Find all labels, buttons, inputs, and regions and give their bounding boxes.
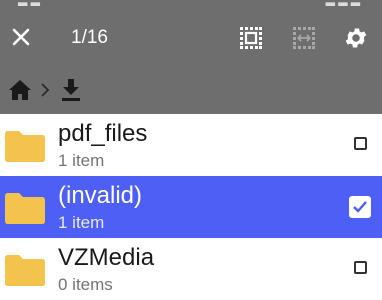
file-name: (invalid) <box>58 182 143 209</box>
folder-icon <box>5 255 45 286</box>
check-icon <box>353 201 367 213</box>
select-checkbox[interactable] <box>349 196 371 218</box>
chevron-right-icon <box>41 83 50 97</box>
breadcrumb-download[interactable] <box>60 78 82 107</box>
gear-icon <box>345 28 367 48</box>
folder-icon <box>5 131 45 162</box>
breadcrumb <box>0 66 382 114</box>
select-all-button[interactable] <box>235 22 267 54</box>
file-list: pdf_files 1 item (invalid) 1 item VZMedi… <box>0 114 382 300</box>
toolbar: 1/16 <box>0 10 382 66</box>
list-item[interactable]: pdf_files 1 item <box>0 114 382 176</box>
select-all-icon <box>240 27 262 49</box>
file-meta: 1 item <box>58 151 105 170</box>
folder-icon <box>5 193 45 224</box>
file-name: VZMedia <box>58 244 155 271</box>
close-button[interactable] <box>6 22 36 52</box>
download-icon <box>62 79 80 101</box>
settings-button[interactable] <box>340 22 372 54</box>
select-checkbox[interactable] <box>354 261 367 274</box>
list-item[interactable]: VZMedia 0 items <box>0 238 382 300</box>
file-name: pdf_files <box>58 120 148 147</box>
select-range-button[interactable] <box>288 22 320 54</box>
breadcrumb-home[interactable] <box>8 79 32 106</box>
select-range-icon <box>293 27 315 49</box>
list-item[interactable]: (invalid) 1 item <box>0 176 382 238</box>
selection-counter: 1/16 <box>71 27 108 48</box>
file-meta: 1 item <box>58 213 105 232</box>
close-icon <box>12 28 30 46</box>
file-meta: 0 items <box>58 275 113 294</box>
home-icon <box>9 80 31 100</box>
status-bar: ▂ ▂ ▂ ▂ ▂ <box>0 0 382 10</box>
select-checkbox[interactable] <box>354 137 367 150</box>
